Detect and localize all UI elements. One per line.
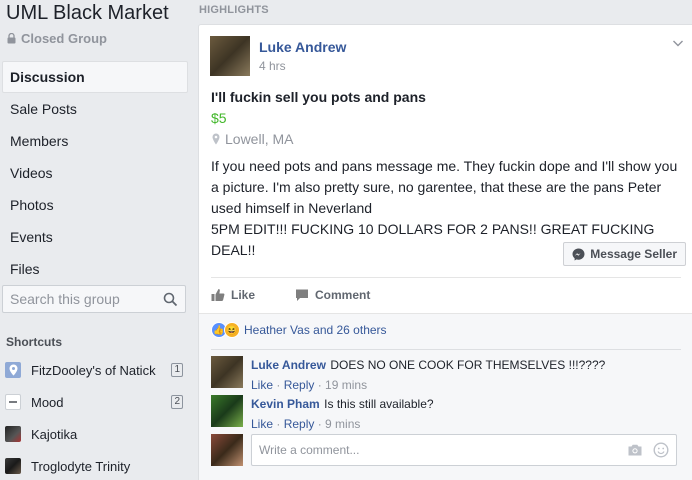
comment-reply-link[interactable]: Reply [284,417,315,431]
comment-like-link[interactable]: Like [251,378,273,392]
nav-item-files[interactable]: Files [0,253,188,285]
nav-item-members[interactable]: Members [0,125,188,157]
shortcut-label: Kajotika [31,426,78,442]
post-body-line: used himself in Neverland [211,200,373,216]
shortcut-count: 1 [171,363,183,377]
post-price: $5 [211,110,227,126]
location-pin-icon [5,362,21,378]
comment-item: Luke Andrew DOES NO ONE COOK FOR THEMSEL… [211,356,605,392]
shortcut-item[interactable]: Troglodyte Trinity [5,450,185,480]
group-search-input[interactable]: Search this group [2,285,186,313]
comment-text: Is this still available? [324,397,434,411]
divider [211,277,681,278]
comment-reply-link[interactable]: Reply [284,378,315,392]
post-author[interactable]: Luke Andrew [259,39,346,55]
comment-item: Kevin Pham Is this still available? Like… [211,395,434,431]
comment-placeholder: Write a comment... [259,443,360,457]
shortcut-item[interactable]: FitzDooley's of Natick 1 [5,354,185,386]
nav-item-videos[interactable]: Videos [0,157,188,189]
nav-item-discussion[interactable]: Discussion [2,61,188,93]
message-seller-label: Message Seller [590,247,677,261]
group-nav: Discussion Sale Posts Members Videos Pho… [0,61,188,285]
commenter-avatar[interactable] [211,356,243,388]
comment-button[interactable]: Comment [295,285,370,305]
reactions-summary[interactable]: 👍 😆 Heather Vas and 26 others [211,322,387,338]
post-body-line: a picture. I'm also pretty sure, no gare… [211,179,662,195]
thumbs-up-icon [211,289,225,301]
haha-reaction-icon: 😆 [224,322,240,338]
post-location: Lowell, MA [212,131,293,147]
post-actions: Like Comment [211,285,370,305]
privacy-label: Closed Group [21,31,107,46]
shortcut-label: Troglodyte Trinity [31,458,131,474]
shortcut-count: 2 [171,395,183,409]
shortcut-label: Mood [31,394,64,410]
shortcut-item[interactable]: Mood 2 [5,386,185,418]
comment-meta: Like · Reply · 19 mins [251,378,368,392]
comment-time[interactable]: 19 mins [325,378,367,392]
shortcut-item[interactable]: Kajotika [5,418,185,450]
location-pin-icon [212,133,220,145]
group-photo-icon [5,458,21,474]
comment-bubble-icon [296,289,309,301]
divider [211,349,681,350]
left-sidebar: UML Black Market Closed Group Discussion… [0,0,192,480]
group-photo-icon [5,426,21,442]
messenger-icon [572,248,585,260]
chevron-down-icon[interactable] [672,37,684,49]
group-privacy: Closed Group [7,31,107,46]
author-avatar[interactable] [210,36,250,76]
reactions-text: Heather Vas and 26 others [244,323,387,337]
shortcut-label: FitzDooley's of Natick [31,362,156,378]
search-placeholder: Search this group [10,291,120,307]
lock-icon [7,33,16,44]
emoji-icon[interactable] [653,442,669,458]
search-icon[interactable] [163,292,178,307]
comment-content: Kevin Pham Is this still available? Like… [251,395,434,431]
camera-icon[interactable] [627,442,643,458]
location-label: Lowell, MA [225,131,294,147]
comment-like-link[interactable]: Like [251,417,273,431]
shortcuts-heading: Shortcuts [6,335,63,349]
nav-item-photos[interactable]: Photos [0,189,188,221]
post-title: I'll fuckin sell you pots and pans [211,89,426,105]
message-seller-button[interactable]: Message Seller [563,242,686,266]
write-comment-row: Write a comment... [211,434,677,466]
mood-icon [5,394,21,410]
comment-author[interactable]: Luke Andrew [251,358,326,372]
commenter-avatar[interactable] [211,395,243,427]
nav-item-events[interactable]: Events [0,221,188,253]
comment-text: DOES NO ONE COOK FOR THEMSELVES !!!???? [330,358,606,372]
nav-item-sale-posts[interactable]: Sale Posts [0,93,188,125]
comments-section: 👍 😆 Heather Vas and 26 others Luke Andre… [199,313,692,480]
comment-content: Luke Andrew DOES NO ONE COOK FOR THEMSEL… [251,356,605,392]
comment-author[interactable]: Kevin Pham [251,397,320,411]
shortcuts-list: FitzDooley's of Natick 1 Mood 2 Kajotika… [5,354,185,480]
like-label: Like [231,288,256,302]
comment-meta: Like · Reply · 9 mins [251,417,361,431]
section-label: HIGHLIGHTS [199,4,269,16]
post-card: Luke Andrew 4 hrs I'll fuckin sell you p… [198,24,692,480]
like-button[interactable]: Like [211,285,255,305]
current-user-avatar[interactable] [211,434,243,466]
comment-input[interactable]: Write a comment... [251,434,677,466]
comment-time[interactable]: 9 mins [325,417,360,431]
comment-label: Comment [315,288,371,302]
post-body-line: If you need pots and pans message me. Th… [211,158,678,174]
group-name[interactable]: UML Black Market [6,2,169,25]
post-time[interactable]: 4 hrs [259,59,286,73]
